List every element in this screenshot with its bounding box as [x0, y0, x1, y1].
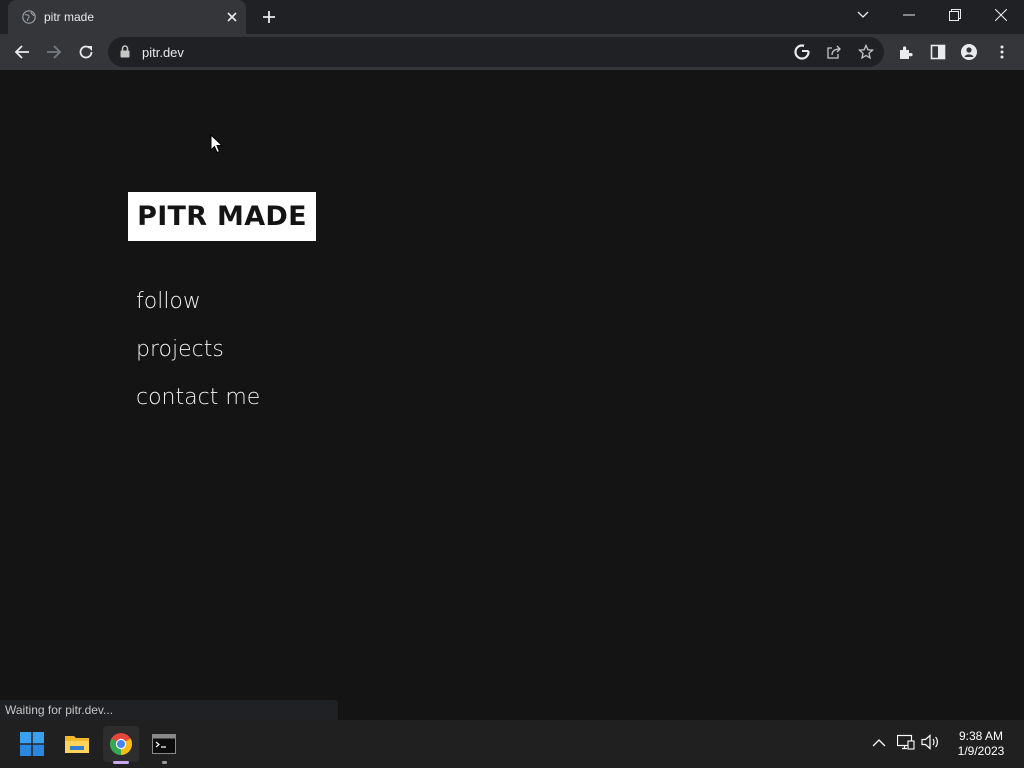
start-button[interactable] — [14, 726, 50, 762]
site-logo[interactable]: PITR MADE — [128, 192, 316, 241]
active-indicator — [113, 761, 129, 764]
tab-strip: pitr made — [0, 0, 1024, 34]
clock-time: 9:38 AM — [958, 729, 1004, 743]
taskbar-terminal[interactable] — [146, 726, 182, 764]
nav-link-contact-me[interactable]: contact me — [136, 385, 260, 410]
forward-button[interactable] — [42, 40, 66, 64]
globe-icon — [22, 10, 36, 24]
tray-chevron-icon[interactable] — [872, 738, 886, 748]
plus-icon[interactable] — [260, 8, 278, 26]
cursor-icon — [210, 134, 223, 154]
taskbar-chrome[interactable] — [103, 726, 139, 764]
reload-button[interactable] — [74, 40, 98, 64]
logo-text: PITR MADE — [137, 201, 307, 232]
chrome-icon — [110, 733, 132, 755]
side-panel-icon[interactable] — [930, 44, 946, 60]
taskbar-file-explorer[interactable] — [59, 726, 95, 762]
terminal-icon — [152, 734, 176, 754]
share-icon[interactable] — [826, 44, 842, 60]
network-icon[interactable] — [897, 734, 915, 750]
close-window-button[interactable] — [978, 0, 1024, 30]
close-icon[interactable] — [224, 9, 240, 25]
tab-active[interactable]: pitr made — [8, 0, 246, 34]
profile-icon[interactable] — [961, 44, 977, 60]
forward-icon — [47, 45, 62, 59]
back-button[interactable] — [10, 40, 34, 64]
minimize-button[interactable] — [886, 0, 932, 30]
nav-link-projects[interactable]: projects — [136, 337, 224, 362]
tab-search-button[interactable] — [840, 0, 886, 30]
nav-link-follow[interactable]: follow — [136, 289, 201, 314]
extensions-icon[interactable] — [898, 44, 914, 60]
volume-icon[interactable] — [921, 734, 941, 750]
file-explorer-icon — [65, 736, 89, 753]
system-clock[interactable]: 9:38 AM 1/9/2023 — [946, 729, 1016, 759]
menu-icon[interactable] — [994, 44, 1010, 60]
page-content: PITR MADE follow projects contact me — [0, 70, 1024, 720]
lock-icon[interactable] — [120, 45, 130, 58]
chevron-down-icon — [857, 11, 869, 18]
star-icon[interactable] — [858, 44, 874, 60]
toolbar: pitr.dev — [0, 34, 1024, 70]
clock-date: 1/9/2023 — [957, 744, 1005, 758]
address-bar[interactable]: pitr.dev — [108, 37, 884, 67]
google-icon[interactable] — [794, 44, 810, 60]
url-text: pitr.dev — [142, 45, 184, 60]
close-icon — [995, 9, 1007, 21]
status-bar: Waiting for pitr.dev... — [0, 700, 338, 720]
restore-button[interactable] — [932, 0, 978, 30]
minimize-icon — [903, 14, 915, 16]
open-indicator — [162, 761, 167, 764]
restore-icon — [949, 9, 961, 21]
windows-start-icon — [20, 732, 44, 756]
reload-icon — [79, 45, 93, 59]
taskbar: 9:38 AM 1/9/2023 — [0, 720, 1024, 768]
tab-title: pitr made — [44, 10, 95, 24]
back-icon — [14, 45, 29, 59]
